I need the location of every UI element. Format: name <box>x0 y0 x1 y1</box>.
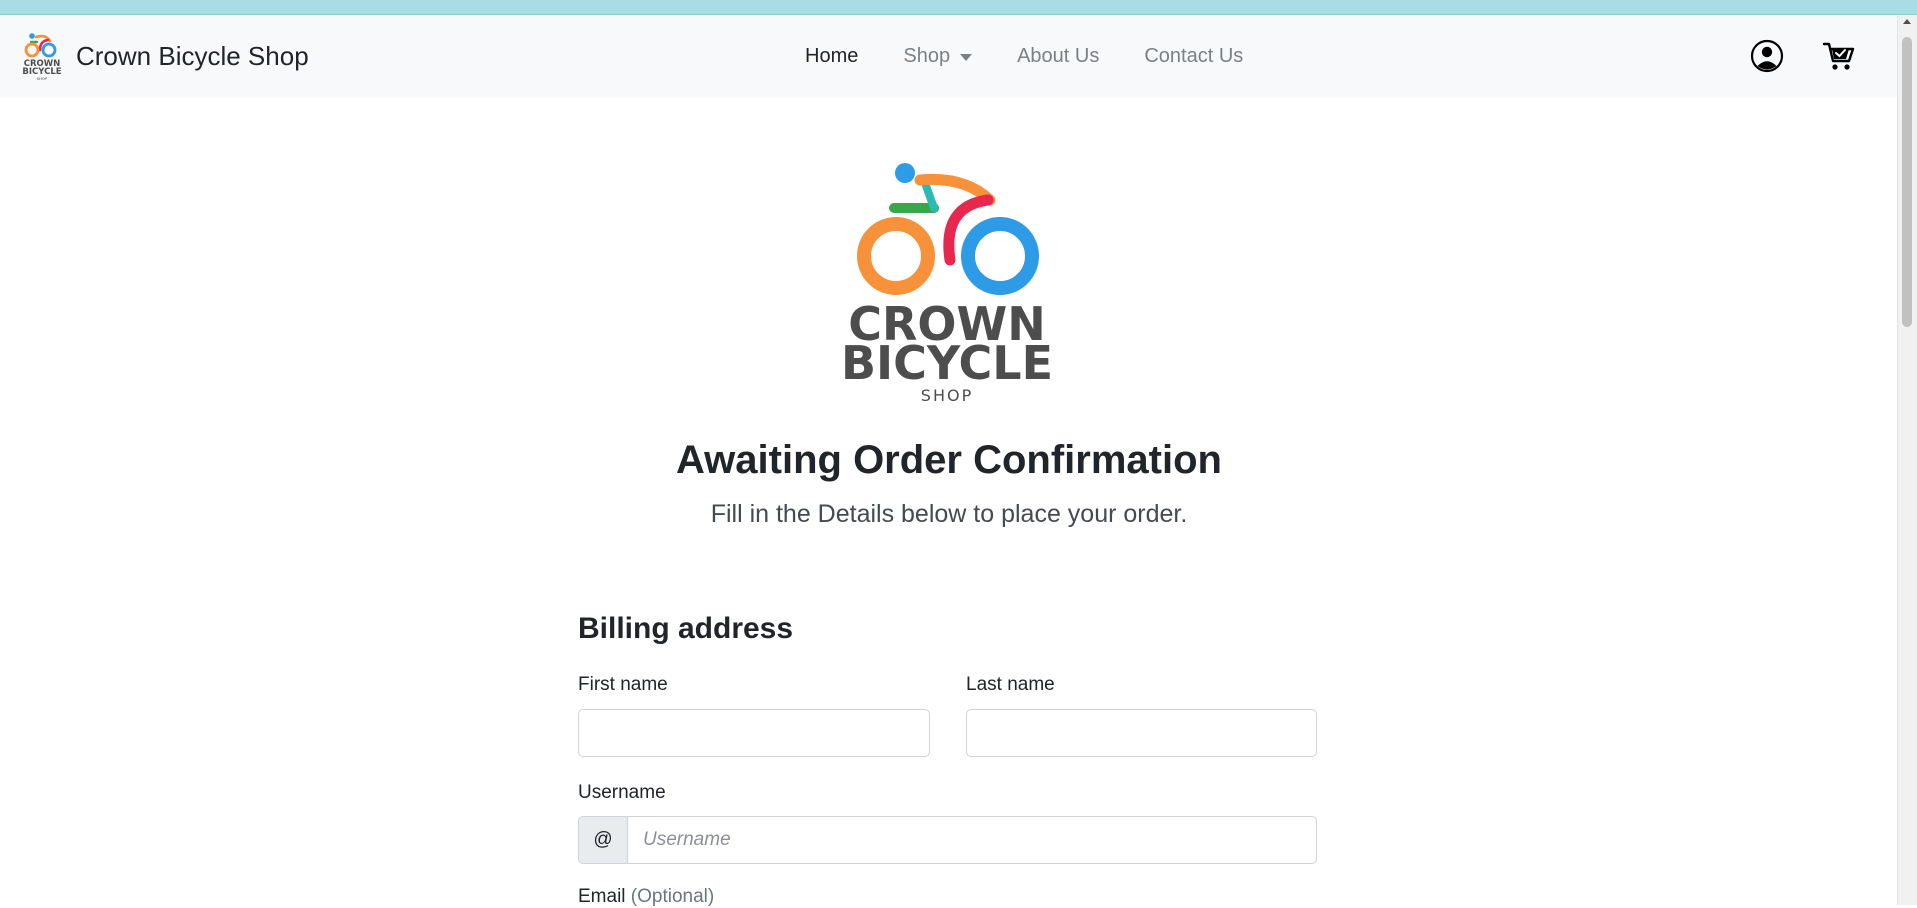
username-label: Username <box>578 782 666 803</box>
billing-section-title: Billing address <box>578 612 794 645</box>
chevron-down-icon <box>960 53 973 61</box>
email-label-text: Email <box>578 886 626 907</box>
navbar: CROWN BICYCLE SHOP Crown Bicycle Shop Ho… <box>0 15 1898 97</box>
username-input[interactable] <box>628 816 1317 864</box>
nav-home-label: Home <box>805 44 859 67</box>
nav-shop-dropdown[interactable]: Shop <box>903 44 973 68</box>
user-circle-icon[interactable] <box>1750 39 1784 73</box>
email-optional-hint: (Optional) <box>630 886 715 907</box>
first-name-input[interactable] <box>578 709 930 757</box>
last-name-label: Last name <box>966 674 1055 695</box>
hero-logo-line3: SHOP <box>921 386 973 405</box>
scroll-up-arrow-icon[interactable] <box>1903 19 1911 24</box>
nav-shop-label: Shop <box>903 44 951 67</box>
hero-logo: CROWN BICYCLE SHOP <box>841 163 1053 405</box>
brand-name: Crown Bicycle Shop <box>76 40 309 71</box>
vertical-scrollbar[interactable] <box>1897 15 1917 905</box>
hero-logo-line2: BICYCLE <box>841 336 1053 390</box>
nav-about-link[interactable]: About Us <box>1017 45 1099 68</box>
nav-links: Home Shop About Us Contact Us <box>805 15 1288 97</box>
username-input-group: @ <box>578 816 1317 864</box>
navbar-brand[interactable]: CROWN BICYCLE SHOP Crown Bicycle Shop <box>20 29 309 83</box>
page-subtitle: Fill in the Details below to place your … <box>710 500 1188 528</box>
cart-icon[interactable] <box>1822 39 1856 73</box>
nav-home-link[interactable]: Home <box>805 45 858 68</box>
nav-about-label: About Us <box>1017 44 1100 67</box>
brand-logo-line3: SHOP <box>37 76 48 81</box>
first-name-label: First name <box>578 674 668 695</box>
nav-contact-link[interactable]: Contact Us <box>1144 45 1243 68</box>
brand-logo-icon: CROWN BICYCLE SHOP <box>22 33 62 81</box>
nav-contact-label: Contact Us <box>1144 44 1244 67</box>
last-name-input[interactable] <box>966 709 1317 757</box>
at-sign-prefix: @ <box>578 816 628 864</box>
browser-top-strip <box>0 0 1917 15</box>
scrollbar-thumb[interactable] <box>1902 37 1912 327</box>
page-title: Awaiting Order Confirmation <box>676 438 1222 482</box>
nav-icons <box>1750 39 1856 73</box>
